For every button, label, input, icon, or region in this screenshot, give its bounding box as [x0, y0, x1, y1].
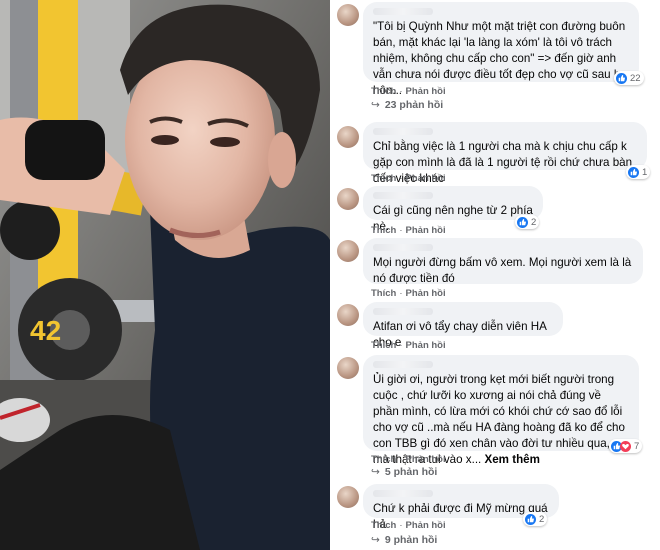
commenter-name-blurred[interactable] [373, 192, 433, 199]
comment-feed[interactable]: "Tôi bị Quỳnh Như một mặt triệt con đườn… [333, 0, 660, 550]
view-replies-link[interactable]: ↪ 5 phản hồi [371, 466, 437, 478]
avatar[interactable] [337, 357, 359, 379]
reply-link[interactable]: Phản hồi [406, 454, 446, 465]
avatar[interactable] [337, 188, 359, 210]
avatar[interactable] [337, 240, 359, 262]
like-icon [628, 166, 639, 178]
commenter-name-blurred[interactable] [373, 308, 433, 315]
avatar[interactable] [337, 126, 359, 148]
reaction-count[interactable]: 1 [626, 165, 651, 179]
see-more-link[interactable]: Xem thêm [485, 453, 540, 466]
comment-actions: Thích · Phản hồi [371, 454, 446, 465]
view-replies-link[interactable]: ↪ 9 phản hồi [371, 534, 437, 546]
like-link[interactable]: Thích [371, 86, 396, 97]
like-link[interactable]: Thích [371, 288, 396, 299]
reaction-count[interactable]: 2 [515, 215, 540, 229]
photo-illustration: 42 [0, 0, 330, 550]
like-link[interactable]: Thích [371, 173, 396, 184]
reply-arrow-icon: ↪ [371, 99, 380, 111]
like-link[interactable]: Thích [371, 225, 396, 236]
reaction-count[interactable]: 2 [523, 512, 548, 526]
comment-actions: Thích · Phản hồi [371, 86, 446, 97]
comment-bubble: Cái gì cũng nên nghe từ 2 phía nè. [363, 186, 543, 233]
commenter-name-blurred[interactable] [373, 361, 433, 368]
like-icon [525, 513, 536, 525]
comment-actions: Thích · Phản hồi [371, 340, 446, 351]
comment-bubble: "Tôi bị Quỳnh Như một mặt triệt con đườn… [363, 2, 639, 97]
commenter-name-blurred[interactable] [373, 8, 433, 15]
heart-icon [620, 440, 631, 452]
avatar[interactable] [337, 304, 359, 326]
avatar[interactable] [337, 486, 359, 508]
commenter-name-blurred[interactable] [373, 490, 433, 497]
reply-link[interactable]: Phản hồi [406, 340, 446, 351]
reply-link[interactable]: Phản hồi [406, 86, 446, 97]
reply-link[interactable]: Phản hồi [406, 288, 446, 299]
gym-selfie-photo: 42 [0, 0, 330, 550]
comment-bubble: Mọi người đừng bấm vô xem. Mọi người xem… [363, 238, 643, 285]
like-icon [517, 216, 528, 228]
comment-bubble: Chỉ bằng việc là 1 người cha mà k chịu c… [363, 122, 647, 185]
like-link[interactable]: Thích [371, 520, 396, 531]
comment-text: Mọi người đừng bấm vô xem. Mọi người xem… [373, 256, 632, 285]
view-replies-link[interactable]: ↪ 23 phản hồi [371, 99, 443, 111]
comment-actions: Thích · Phản hồi [371, 288, 446, 299]
reply-link[interactable]: Phản hồi [406, 225, 446, 236]
reply-link[interactable]: Phản hồi [406, 173, 446, 184]
like-icon [616, 72, 627, 84]
commenter-name-blurred[interactable] [373, 128, 433, 135]
like-link[interactable]: Thích [371, 340, 396, 351]
reaction-count[interactable]: 22 [614, 71, 644, 85]
like-link[interactable]: Thích [371, 454, 396, 465]
comment-actions: Thích · Phản hồi [371, 520, 446, 531]
reply-link[interactable]: Phản hồi [406, 520, 446, 531]
comment-bubble: Atifan ơi vô tẩy chay diễn viên HA cho e [363, 302, 563, 349]
commenter-name-blurred[interactable] [373, 244, 433, 251]
comment-actions: Thích · Phản hồi [371, 173, 446, 184]
avatar[interactable] [337, 4, 359, 26]
comment-bubble: Ủi giời ơi, người trong kẹt mới biết ngư… [363, 355, 639, 466]
reply-arrow-icon: ↪ [371, 466, 380, 478]
reaction-count[interactable]: 7 [609, 439, 643, 453]
comment-actions: Thích · Phản hồi [371, 225, 446, 236]
reply-arrow-icon: ↪ [371, 534, 380, 546]
svg-text:42: 42 [30, 315, 61, 346]
